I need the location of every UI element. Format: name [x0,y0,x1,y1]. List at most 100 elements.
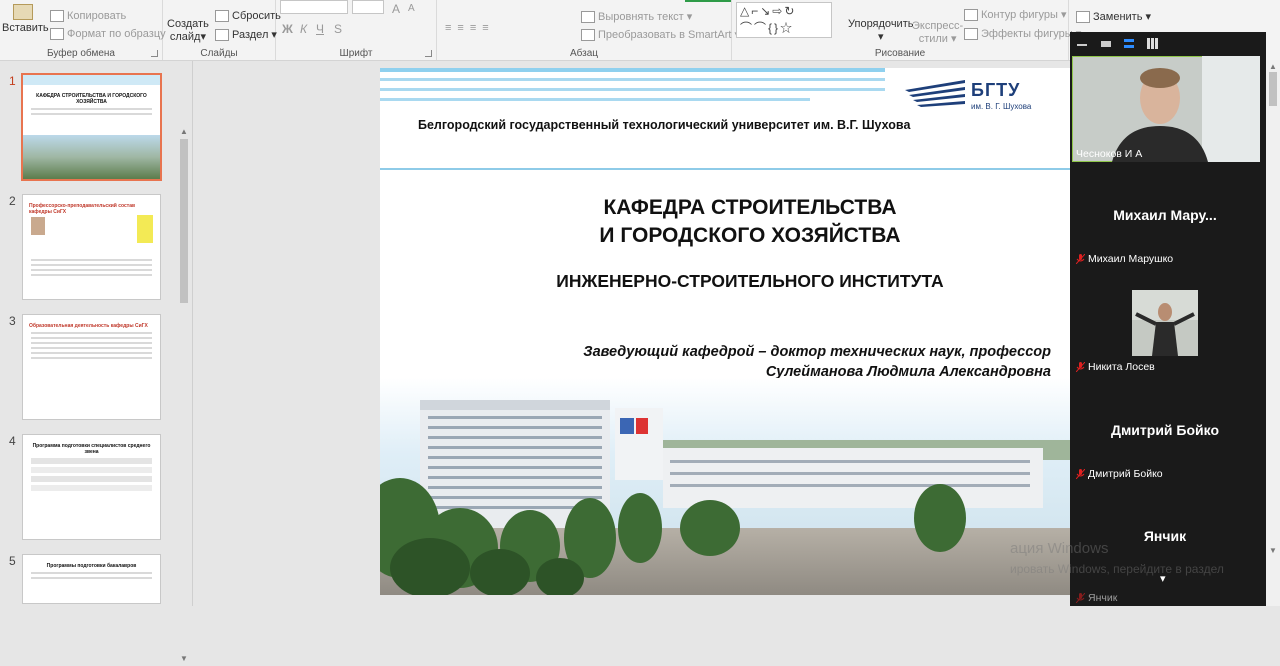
stripe [380,88,885,91]
clipboard-group-label: Буфер обмена [47,48,115,59]
university-name: Белгородский государственный технологиче… [418,118,911,132]
replace-button[interactable]: Заменить ▾ [1076,10,1151,24]
scroll-up-icon[interactable]: ▲ [180,127,188,136]
font-name-field[interactable] [280,0,348,14]
scroll-down-icon[interactable]: ▼ [180,654,188,663]
minimize-icon[interactable] [1077,44,1087,46]
thumbnail-2[interactable]: Профессорско-преподавательский состав ка… [22,194,161,300]
brush-icon [50,28,64,41]
clipboard-group: Вставить Копировать Формат по образцу Бу… [0,0,166,60]
align-buttons[interactable]: ≡≡≡≡ [445,22,495,34]
scrollbar-thumb[interactable] [1269,72,1277,106]
activation-watermark-text: ировать Windows, перейдите в раздел [1010,562,1224,576]
participant-avatar [1132,290,1198,356]
participant-video [1072,56,1260,162]
current-slide[interactable]: БГТУ им. В. Г. Шухова Белгородский госуд… [380,68,1080,595]
thumbnail-text-line [31,337,152,339]
slide-scrollbar[interactable]: ▲ ▼ [1266,60,1280,606]
underline-button[interactable]: Ч [316,22,324,36]
font-group: A A Ж К Ч S Шрифт [276,0,437,60]
head-position: Заведующий кафедрой – доктор технических… [583,344,1051,360]
participant-tile[interactable]: Никита Лосев [1070,272,1266,380]
slide-thumbnail-pane: 1 КАФЕДРА СТРОИТЕЛЬСТВА И ГОРОДСКОГО ХОЗ… [0,61,193,663]
campus-photo [380,378,1080,595]
align-text-button[interactable]: Выровнять текст ▾ [581,10,692,24]
thumbnail-scrollbar[interactable]: ▲ ▼ [178,127,190,663]
thumbnail-item[interactable]: 2 Профессорско-преподавательский состав … [0,194,175,306]
shapes-gallery[interactable]: △⌐↘⇨↻ ⌒⌒{}☆ [736,2,832,38]
italic-button[interactable]: К [300,22,307,36]
stripe [380,68,885,72]
arrange-button[interactable]: Упорядочить ▾ [848,18,913,43]
thumbnail-4[interactable]: Программа подготовки специалистов средне… [22,434,161,540]
paste-icon [13,4,33,20]
muted-mic-icon [1076,593,1085,604]
format-painter-button[interactable]: Формат по образцу [50,28,166,41]
replace-icon [1076,11,1090,24]
thumbnail-text-line [31,577,152,579]
participant-label: Никита Лосев [1076,361,1155,373]
participant-tile[interactable]: Чесноков И А [1070,54,1266,162]
title-line-2: И ГОРОДСКОГО ХОЗЯЙСТВА [599,224,901,247]
section-button[interactable]: Раздел ▾ [215,28,277,42]
thumbnail-title: Программы подготовки бакалавров [46,563,137,569]
participant-label: Дмитрий Бойко [1076,468,1163,480]
thumbnail-text-line [31,259,152,261]
smartart-button[interactable]: Преобразовать в SmartArt ▾ [581,28,740,42]
thumbnail-3[interactable]: Образовательная деятельность кафедры СиГ… [22,314,161,420]
thumbnail-text-line [31,352,152,354]
thumbnail-1[interactable]: КАФЕДРА СТРОИТЕЛЬСТВА И ГОРОДСКОГО ХОЗЯЙ… [21,73,162,181]
slides-group: Создать слайд▾ Сбросить Раздел ▾ Слайды [163,0,281,60]
thumbnail-title: Профессорско-преподавательский состав ка… [29,203,136,215]
shape-effects-button[interactable]: Эффекты фигуры ▾ [964,27,1081,41]
effects-icon [964,28,978,41]
participant-name: Чесноков И А [1076,148,1143,160]
thumbnail-text-line [31,108,152,110]
thumbnail-5[interactable]: Программы подготовки бакалавров [22,554,161,604]
quick-styles-button[interactable]: Экспресс-стили ▾ [912,20,963,46]
participant-label: Янчик [1076,592,1117,604]
paragraph-group-label: Абзац [569,48,599,59]
thumbnail-portrait [31,217,45,235]
font-size-field[interactable] [352,0,384,14]
video-call-panel: Чесноков И А Михаил Мару... Михаил Маруш… [1070,32,1266,606]
thumbnail-text-line [31,113,152,115]
gallery-view-icon[interactable] [1147,38,1158,49]
thumbnail-text-line [31,357,152,359]
thumbnail-item[interactable]: 4 Программа подготовки специалистов сред… [0,434,175,546]
copy-button[interactable]: Копировать [50,10,126,23]
font-launcher-icon[interactable] [425,50,432,57]
paste-button[interactable]: Вставить [2,4,49,34]
shrink-font-button[interactable]: A [408,3,415,14]
video-panel-toolbar [1070,32,1266,54]
muted-mic-icon [1076,362,1085,373]
thumbnail-item[interactable]: 3 Образовательная деятельность кафедры С… [0,314,175,426]
bold-button[interactable]: Ж [282,22,293,36]
single-view-icon[interactable] [1101,41,1111,47]
new-slide-button[interactable]: Создать слайд▾ [167,18,209,44]
scroll-up-icon[interactable]: ▲ [1269,62,1277,71]
participant-display-name: Михаил Мару... [1113,207,1217,223]
logo-subtitle: им. В. Г. Шухова [971,102,1032,111]
scroll-down-icon[interactable]: ▼ [1269,546,1277,555]
thumbnail-item[interactable]: 5 Программы подготовки бакалавров [0,554,175,666]
grow-font-button[interactable]: A [392,2,400,16]
font-group-label: Шрифт [339,48,373,59]
thumbnail-table-row [31,476,152,482]
shape-outline-button[interactable]: Контур фигуры ▾ [964,8,1067,22]
participant-tile[interactable]: Михаил Мару... Михаил Марушко [1070,162,1266,272]
strip-view-icon[interactable] [1124,39,1134,48]
thumbnail-number: 2 [9,194,16,208]
participant-label: Михаил Марушко [1076,253,1173,265]
scrollbar-thumb[interactable] [180,139,188,303]
thumbnail-text-line [31,347,152,349]
participant-tile[interactable]: Дмитрий Бойко Дмитрий Бойко [1070,380,1266,488]
clipboard-launcher-icon[interactable] [151,50,158,57]
shadow-button[interactable]: S [334,22,342,36]
drawing-group-label: Рисование [874,48,926,59]
thumbnail-text-line [31,269,152,271]
slides-group-label: Слайды [200,48,238,59]
thumbnail-table-row [31,467,152,473]
reset-button[interactable]: Сбросить [215,10,281,23]
thumbnail-item[interactable]: 1 КАФЕДРА СТРОИТЕЛЬСТВА И ГОРОДСКОГО ХОЗ… [0,73,175,186]
